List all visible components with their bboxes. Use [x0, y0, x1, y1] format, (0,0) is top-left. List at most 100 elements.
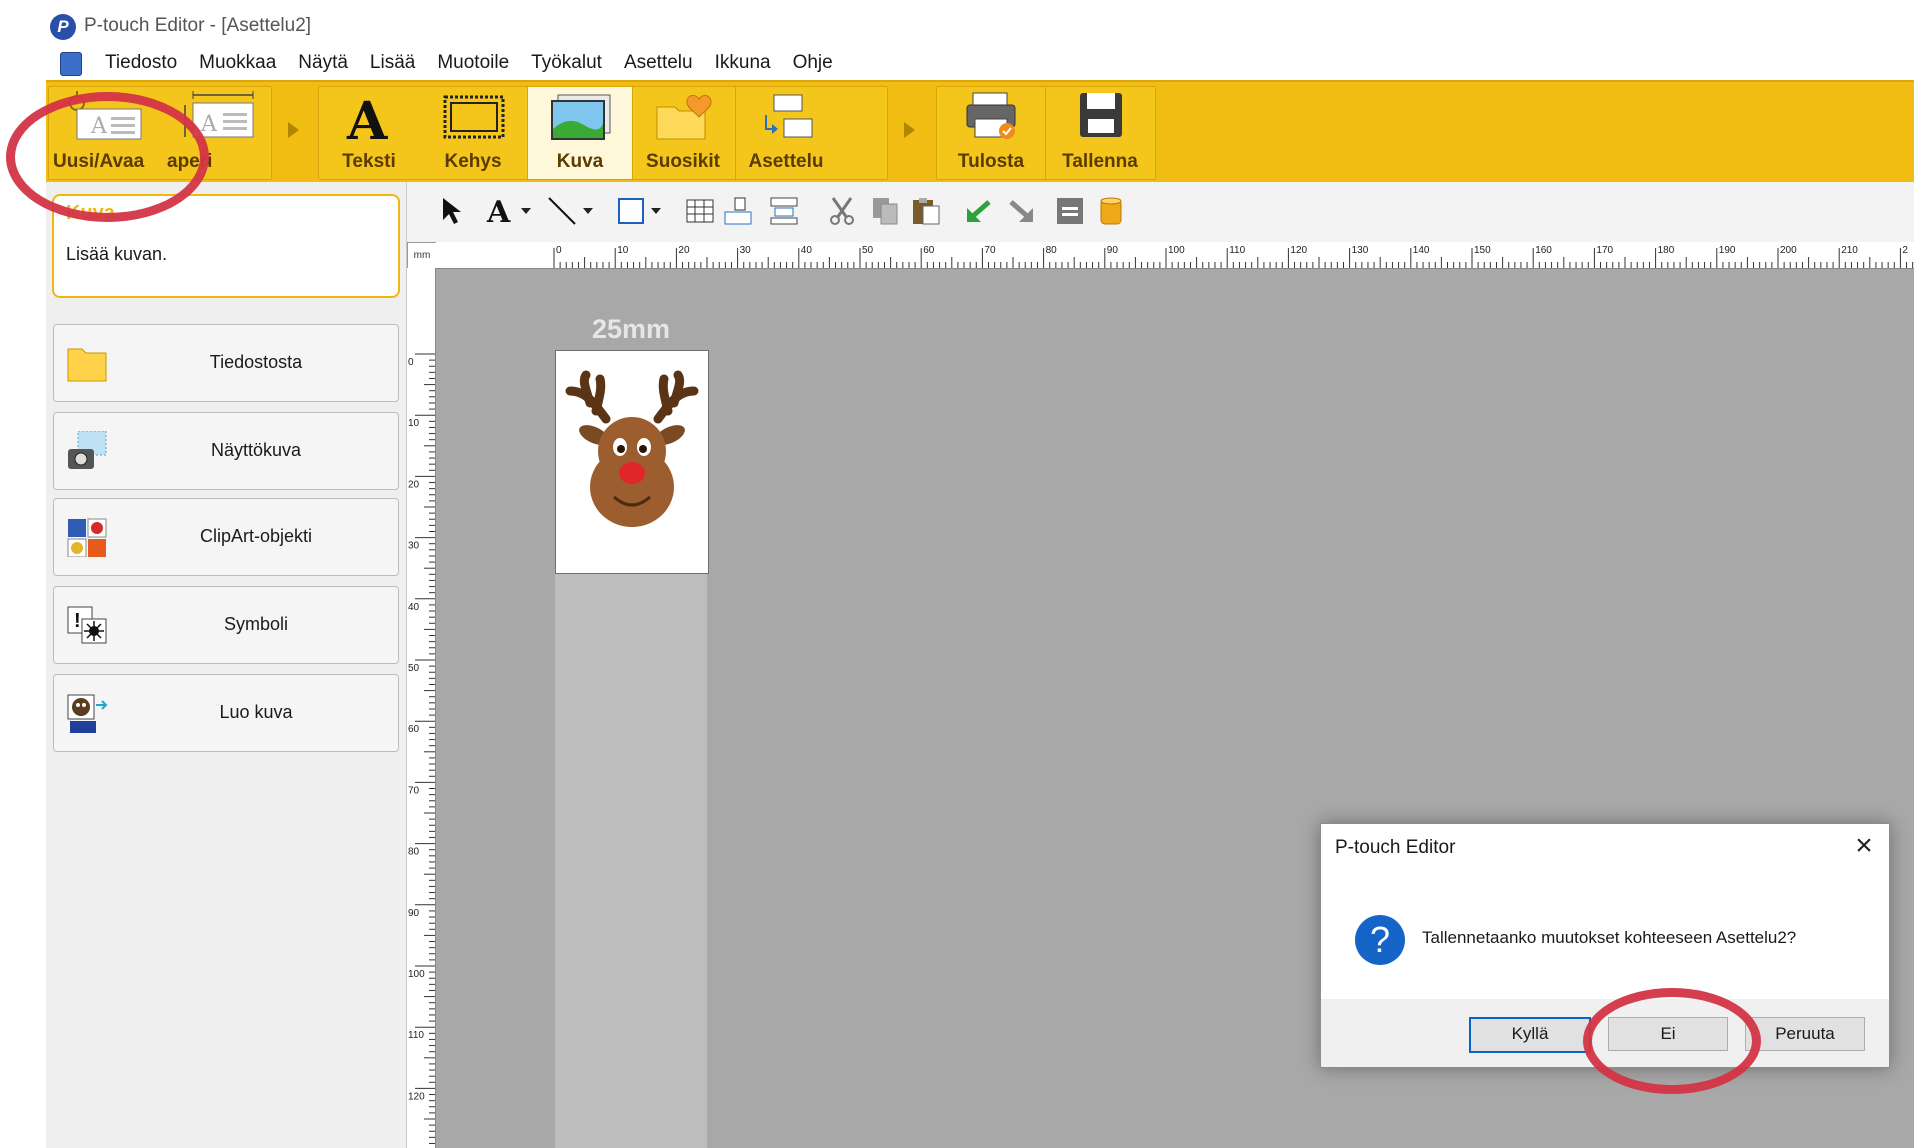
vertical-ruler: 0 10 20 30 40 50 60 70 80 90 100 110 120 — [407, 268, 436, 1148]
ruler-tick-label: 10 — [617, 245, 629, 256]
ruler-tick-label: 10 — [408, 418, 420, 429]
database-tool-icon[interactable] — [723, 196, 753, 226]
ribbon-layout-label: Asettelu — [748, 151, 824, 172]
copy-icon[interactable] — [871, 196, 901, 226]
side-button-screenshot[interactable]: Näyttökuva — [53, 412, 399, 490]
symbol-icon: ! — [67, 606, 107, 644]
line-tool-icon[interactable] — [547, 196, 577, 226]
ruler-tick-label: 30 — [408, 541, 420, 552]
ribbon-group-output: Tulosta Tallenna — [936, 86, 1156, 180]
ruler-tick-label: 2 — [1902, 245, 1908, 256]
paste-icon[interactable] — [911, 196, 941, 226]
svg-text:A: A — [486, 196, 511, 226]
redo-icon[interactable] — [1007, 196, 1037, 226]
side-button-from-file[interactable]: Tiedostosta — [53, 324, 399, 402]
yes-button[interactable]: Kyllä — [1469, 1017, 1591, 1053]
reindeer-image[interactable] — [556, 351, 708, 573]
document-menu-icon[interactable] — [60, 52, 82, 76]
text-tool-icon[interactable]: A — [485, 196, 515, 226]
ribbon-layout-button[interactable]: Asettelu — [735, 87, 836, 179]
ribbon-image-button[interactable]: Kuva — [527, 87, 633, 179]
ruler-tick-label: 180 — [1658, 245, 1675, 256]
menu-item[interactable]: Näytä — [287, 52, 359, 74]
ruler-unit: mm — [407, 242, 437, 270]
line-tool-dropdown-icon[interactable] — [581, 196, 595, 226]
ruler-tick-label: 170 — [1596, 245, 1613, 256]
menu-item[interactable]: Muokkaa — [188, 52, 287, 74]
properties-icon[interactable] — [1055, 196, 1085, 226]
menu-item[interactable]: Ikkuna — [704, 52, 782, 74]
ribbon-save-button[interactable]: Tallenna — [1045, 87, 1154, 179]
menu-bar: Tiedosto Muokkaa Näytä Lisää Muotoile Työkalu… — [46, 48, 1914, 80]
close-icon[interactable]: × — [1849, 831, 1879, 862]
tape-cylinder-icon[interactable] — [1097, 196, 1127, 226]
ribbon: A Uusi/Avaa A aperi A Teksti Kehys Kuva … — [46, 80, 1914, 182]
cut-icon[interactable] — [827, 196, 857, 226]
ribbon-text-button[interactable]: A Teksti — [319, 87, 419, 179]
side-button-symbol[interactable]: ! Symboli — [53, 586, 399, 664]
window-title: P-touch Editor - [Asettelu2] — [84, 15, 312, 36]
arrange-tool-icon[interactable] — [769, 196, 799, 226]
create-image-icon — [67, 694, 108, 733]
menu-items: Tiedosto Muokkaa Näytä Lisää Muotoile Työkalu… — [94, 52, 844, 74]
ribbon-favorites-label: Suosikit — [646, 151, 720, 172]
svg-text:!: ! — [74, 610, 81, 632]
ruler-tick-label: 100 — [408, 969, 425, 980]
ruler-tick-label: 0 — [408, 357, 414, 368]
ruler-tick-label: 110 — [1229, 245, 1245, 256]
dialog-title: P-touch Editor — [1335, 837, 1456, 858]
ruler-tick-label: 120 — [1290, 245, 1307, 256]
ruler-tick-label: 130 — [1352, 245, 1369, 256]
ribbon-frame-button[interactable]: Kehys — [419, 87, 527, 179]
menu-item[interactable]: Lisää — [359, 52, 426, 74]
menu-item[interactable]: Asettelu — [613, 52, 704, 74]
ribbon-print-button[interactable]: Tulosta — [937, 87, 1045, 179]
table-tool-icon[interactable] — [685, 196, 715, 226]
undo-icon[interactable] — [963, 196, 993, 226]
text-tool-dropdown-icon[interactable] — [519, 196, 533, 226]
ruler-tick-label: 150 — [1474, 245, 1491, 256]
svg-text:A: A — [346, 93, 388, 143]
ruler-tick-label: 70 — [408, 785, 420, 796]
ruler-tick-label: 120 — [408, 1091, 425, 1102]
cancel-button[interactable]: Peruuta — [1745, 1017, 1865, 1051]
ribbon-arrow-icon-2 — [904, 122, 915, 138]
rectangle-tool-icon[interactable] — [617, 196, 647, 226]
ruler-tick-label: 40 — [801, 245, 813, 256]
clipart-icon — [67, 518, 107, 557]
rectangle-tool-dropdown-icon[interactable] — [649, 196, 663, 226]
side-button-clipart[interactable]: ClipArt-objekti — [53, 498, 399, 576]
ruler-tick-label: 50 — [862, 245, 874, 256]
side-button-label: ClipArt-objekti — [199, 526, 313, 546]
menu-item[interactable]: Muotoile — [426, 52, 520, 74]
ruler-tick-label: 0 — [556, 245, 562, 256]
label-preview[interactable] — [555, 350, 709, 574]
drawing-toolbar: A — [407, 182, 1914, 242]
ruler-tick-label: 60 — [923, 245, 935, 256]
ruler-tick-label: 90 — [1107, 245, 1119, 256]
image-icon — [551, 94, 611, 140]
ruler-tick-label: 30 — [740, 245, 752, 256]
ruler-tick-label: 20 — [408, 479, 420, 490]
side-button-label: Näyttökuva — [210, 440, 302, 460]
layout-icon — [765, 94, 813, 138]
menu-item[interactable]: Työkalut — [520, 52, 613, 74]
side-button-create-image[interactable]: Luo kuva — [53, 674, 399, 752]
menu-item[interactable]: Ohje — [782, 52, 844, 74]
side-info-text: Lisää kuvan. — [66, 244, 168, 264]
print-icon — [966, 92, 1016, 139]
ruler-tick-label: 210 — [1841, 245, 1858, 256]
ribbon-print-label: Tulosta — [957, 151, 1025, 172]
ribbon-favorites-button[interactable]: Suosikit — [631, 87, 735, 179]
ribbon-frame-label: Kehys — [444, 151, 502, 172]
annotation-circle-no-button — [1583, 988, 1761, 1094]
ruler-tick-label: 100 — [1168, 245, 1185, 256]
side-button-label: Luo kuva — [219, 702, 293, 722]
select-arrow-icon[interactable] — [439, 196, 469, 226]
menu-item[interactable]: Tiedosto — [94, 52, 188, 74]
ruler-tick-label: 190 — [1719, 245, 1736, 256]
ruler-tick-label: 160 — [1535, 245, 1552, 256]
ruler-tick-label: 200 — [1780, 245, 1797, 256]
screenshot-camera-icon — [68, 431, 107, 469]
tape-width-label: 25mm — [591, 314, 671, 344]
